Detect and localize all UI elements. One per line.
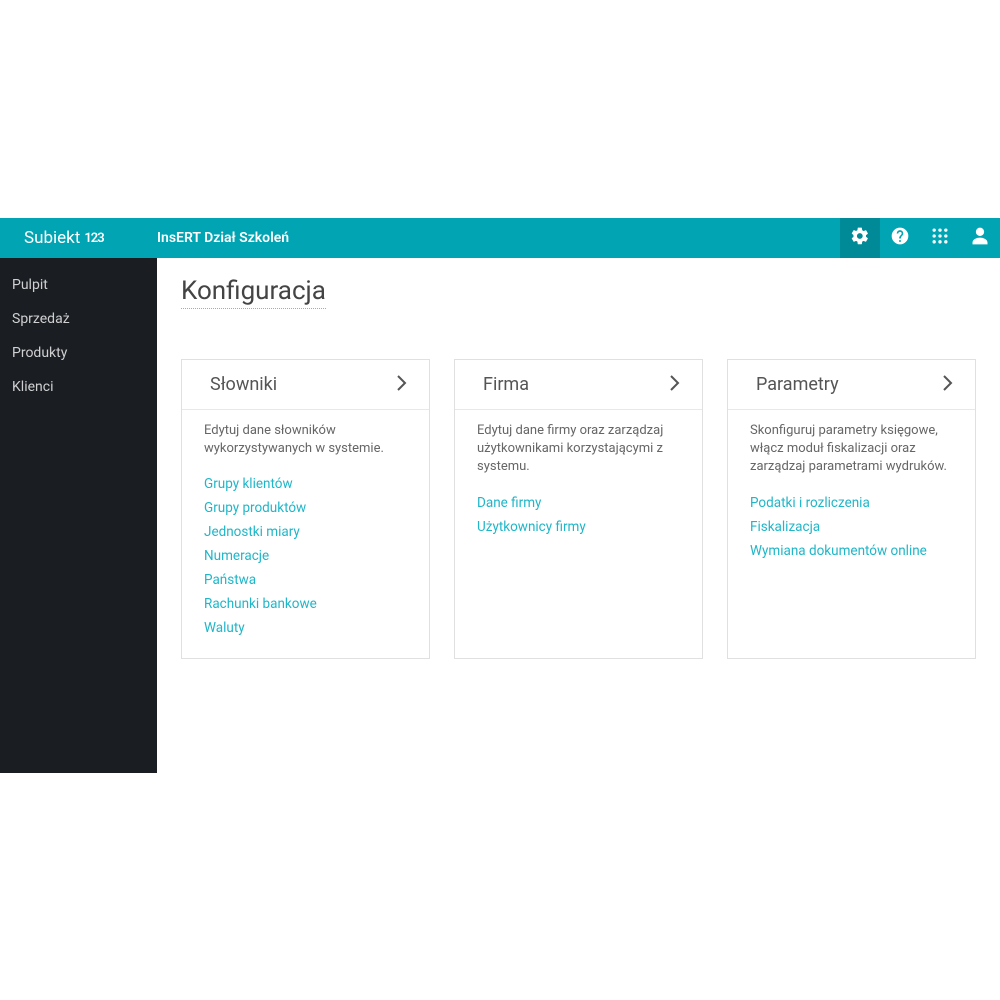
card-header[interactable]: Parametry: [728, 360, 975, 409]
topbar: Subiekt 123 InsERT Dział Szkoleń: [0, 218, 1000, 258]
logo-text: Subiekt: [24, 228, 80, 248]
sidebar-item-pulpit[interactable]: Pulpit: [0, 268, 157, 302]
card-desc: Skonfiguruj parametry księgowe, włącz mo…: [750, 422, 953, 477]
cards-row: Słowniki Edytuj dane słowników wykorzyst…: [181, 359, 976, 659]
card-links: Dane firmy Użytkownicy firmy: [477, 495, 680, 535]
card-link[interactable]: Grupy produktów: [204, 500, 407, 516]
card-link[interactable]: Rachunki bankowe: [204, 596, 407, 612]
card-slowniki: Słowniki Edytuj dane słowników wykorzyst…: [181, 359, 430, 659]
card-body: Edytuj dane firmy oraz zarządzaj użytkow…: [455, 409, 702, 557]
sidebar-item-label: Pulpit: [12, 277, 48, 293]
card-header[interactable]: Firma: [455, 360, 702, 409]
card-title: Firma: [483, 374, 529, 395]
body: Pulpit Sprzedaż Produkty Klienci Konfigu…: [0, 258, 1000, 773]
card-link[interactable]: Podatki i rozliczenia: [750, 495, 953, 511]
user-icon: [970, 226, 990, 250]
topbar-actions: [840, 218, 1000, 258]
card-header[interactable]: Słowniki: [182, 360, 429, 409]
sidebar: Pulpit Sprzedaż Produkty Klienci: [0, 258, 157, 773]
card-link[interactable]: Wymiana dokumentów online: [750, 543, 953, 559]
sidebar-item-label: Klienci: [12, 379, 53, 395]
card-body: Edytuj dane słowników wykorzystywanych w…: [182, 409, 429, 658]
chevron-right-icon: [943, 375, 953, 395]
help-button[interactable]: [880, 218, 920, 258]
chevron-right-icon: [397, 375, 407, 395]
card-body: Skonfiguruj parametry księgowe, włącz mo…: [728, 409, 975, 581]
sidebar-item-label: Produkty: [12, 345, 67, 361]
card-desc: Edytuj dane słowników wykorzystywanych w…: [204, 422, 407, 458]
card-link[interactable]: Dane firmy: [477, 495, 680, 511]
app-logo[interactable]: Subiekt 123: [0, 228, 157, 248]
gear-icon: [850, 226, 870, 250]
card-link[interactable]: Użytkownicy firmy: [477, 519, 680, 535]
chevron-right-icon: [670, 375, 680, 395]
apps-button[interactable]: [920, 218, 960, 258]
card-link[interactable]: Państwa: [204, 572, 407, 588]
org-name: InsERT Dział Szkoleń: [157, 230, 289, 246]
card-link[interactable]: Jednostki miary: [204, 524, 407, 540]
card-link[interactable]: Grupy klientów: [204, 476, 407, 492]
card-desc: Edytuj dane firmy oraz zarządzaj użytkow…: [477, 422, 680, 477]
card-link[interactable]: Numeracje: [204, 548, 407, 564]
card-parametry: Parametry Skonfiguruj parametry księgowe…: [727, 359, 976, 659]
main-content: Konfiguracja Słowniki Edytuj dane słowni…: [157, 258, 1000, 773]
sidebar-item-label: Sprzedaż: [12, 311, 70, 327]
card-links: Podatki i rozliczenia Fiskalizacja Wymia…: [750, 495, 953, 559]
sidebar-item-klienci[interactable]: Klienci: [0, 370, 157, 404]
sidebar-item-produkty[interactable]: Produkty: [0, 336, 157, 370]
help-icon: [890, 226, 910, 250]
apps-grid-icon: [930, 226, 950, 250]
card-title: Parametry: [756, 374, 839, 395]
page-title: Konfiguracja: [181, 276, 326, 309]
app-window: Subiekt 123 InsERT Dział Szkoleń: [0, 218, 1000, 773]
card-link[interactable]: Waluty: [204, 620, 407, 636]
sidebar-item-sprzedaz[interactable]: Sprzedaż: [0, 302, 157, 336]
card-link[interactable]: Fiskalizacja: [750, 519, 953, 535]
card-title: Słowniki: [210, 374, 277, 395]
card-links: Grupy klientów Grupy produktów Jednostki…: [204, 476, 407, 636]
card-firma: Firma Edytuj dane firmy oraz zarządzaj u…: [454, 359, 703, 659]
settings-button[interactable]: [840, 218, 880, 258]
user-button[interactable]: [960, 218, 1000, 258]
logo-suffix: 123: [84, 231, 103, 246]
